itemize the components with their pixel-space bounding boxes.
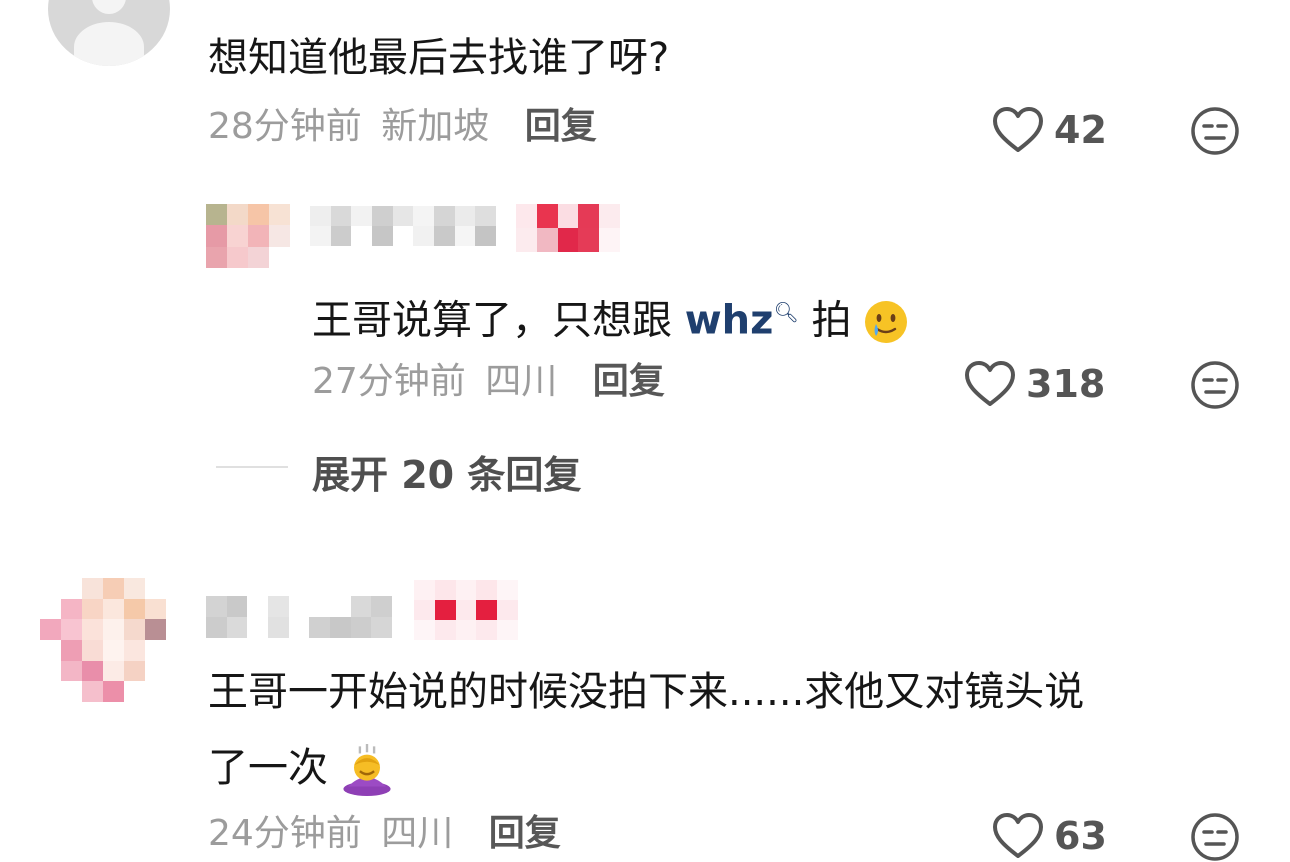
comment-location: 四川	[381, 813, 454, 854]
like-button[interactable]: 63	[992, 812, 1107, 860]
dislike-button[interactable]	[1190, 360, 1240, 410]
avatar-default[interactable]	[48, 0, 170, 66]
reply-button[interactable]: 回复	[593, 361, 665, 402]
dislike-button[interactable]	[1190, 812, 1240, 862]
search-icon[interactable]: 🔍︎	[773, 300, 798, 324]
expand-replies-button[interactable]: 展开 20 条回复	[312, 444, 581, 499]
crying-smile-emoji	[865, 301, 908, 344]
comment-meta: 28分钟前 新加坡 回复	[208, 105, 597, 149]
like-count: 318	[1026, 362, 1106, 406]
like-count: 63	[1054, 814, 1107, 858]
username-blurred[interactable]	[310, 206, 496, 246]
reply-text-part: 拍	[798, 297, 852, 344]
heart-icon	[993, 813, 1043, 858]
reply-location: 四川	[485, 361, 558, 402]
comment-location: 新加坡	[381, 106, 490, 147]
meh-face-icon	[1191, 813, 1239, 861]
heart-icon	[993, 107, 1043, 152]
comment-text: 想知道他最后去找谁了呀?	[208, 35, 670, 81]
comment-time: 24分钟前	[208, 813, 362, 854]
heart-icon	[965, 361, 1015, 406]
like-button[interactable]: 42	[992, 106, 1107, 154]
avatar-blurred[interactable]	[206, 204, 290, 268]
like-button[interactable]: 318	[964, 360, 1105, 408]
comment-text-part: 了一次	[208, 745, 328, 791]
search-link[interactable]: whz	[685, 297, 774, 343]
reply-time: 27分钟前	[312, 361, 466, 402]
user-badge-blurred	[516, 204, 620, 252]
dislike-button[interactable]	[1190, 106, 1240, 156]
divider-line	[216, 466, 288, 468]
meh-face-icon	[1191, 107, 1239, 155]
reply-meta: 27分钟前 四川 回复	[312, 360, 665, 404]
user-badge-blurred	[414, 580, 518, 640]
bowing-person-emoji	[343, 744, 391, 796]
comment-time: 28分钟前	[208, 106, 362, 147]
reply-button[interactable]: 回复	[525, 106, 597, 147]
reply-text: 王哥说算了，只想跟 whz🔍︎ 拍	[312, 288, 908, 344]
avatar-blurred[interactable]	[40, 578, 166, 702]
username-blurred[interactable]	[206, 596, 392, 638]
comment-text: 王哥一开始说的时候没拍下来......求他又对镜头说	[208, 669, 1085, 715]
like-count: 42	[1054, 108, 1107, 152]
reply-text-part: 王哥说算了，只想跟	[312, 297, 685, 344]
reply-button[interactable]: 回复	[489, 813, 561, 854]
meh-face-icon	[1191, 361, 1239, 409]
comment-text-line2: 了一次	[208, 744, 393, 796]
comment-meta: 24分钟前 四川 回复	[208, 812, 561, 856]
